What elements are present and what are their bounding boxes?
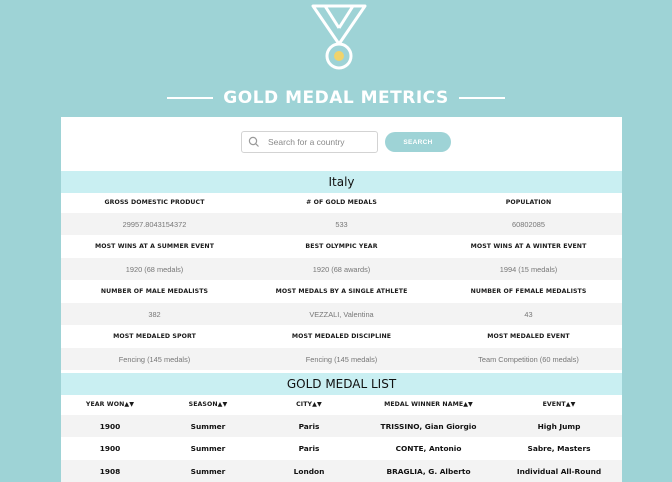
metric-value-row: 29957.8043154372 533 60802085 xyxy=(61,213,622,235)
cell-city: London xyxy=(293,466,325,476)
sort-icon[interactable]: ▲▼ xyxy=(218,401,228,408)
metric-value-row: Fencing (145 medals) Fencing (145 medals… xyxy=(61,348,622,370)
title-divider-left xyxy=(167,97,214,99)
metric-value: 533 xyxy=(335,219,348,229)
metric-label: GROSS DOMESTIC PRODUCT xyxy=(104,198,205,206)
cell-year: 1908 xyxy=(99,466,121,476)
metric-value: Fencing (145 medals) xyxy=(118,354,191,364)
cell-city: Paris xyxy=(298,421,320,431)
column-header-year[interactable]: YEAR WON▲▼ xyxy=(61,401,159,408)
metric-label: NUMBER OF MALE MEDALISTS xyxy=(100,287,209,295)
metric-label: MOST WINS AT A WINTER EVENT xyxy=(470,242,587,250)
metric-label: POPULATION xyxy=(505,198,552,206)
column-header-label: EVENT xyxy=(542,400,566,408)
metric-label: # OF GOLD MEDALS xyxy=(306,198,377,206)
metric-value: 60802085 xyxy=(512,219,545,229)
main-panel: SEARCH Italy GROSS DOMESTIC PRODUCT # OF… xyxy=(61,117,622,482)
metric-value-row: 382 VEZZALI, Valentina 43 xyxy=(61,303,622,325)
search-field[interactable] xyxy=(241,131,378,153)
metric-label: MOST WINS AT A SUMMER EVENT xyxy=(94,242,215,250)
column-header-event[interactable]: EVENT▲▼ xyxy=(496,401,622,408)
metric-value: 1920 (68 awards) xyxy=(312,264,371,274)
cell-year: 1900 xyxy=(99,443,121,453)
metric-value: 1994 (15 medals) xyxy=(499,264,558,274)
search-button[interactable]: SEARCH xyxy=(385,132,451,152)
metric-label-row: NUMBER OF MALE MEDALISTS MOST MEDALS BY … xyxy=(61,280,622,302)
cell-season: Summer xyxy=(190,443,226,453)
cell-event: Individual All-Round xyxy=(516,466,602,476)
sort-icon[interactable]: ▲▼ xyxy=(566,401,576,408)
metric-value: 29957.8043154372 xyxy=(122,219,187,229)
sort-icon[interactable]: ▲▼ xyxy=(124,401,134,408)
metric-label: MOST MEDALED DISCIPLINE xyxy=(291,332,392,340)
sort-icon[interactable]: ▲▼ xyxy=(463,401,473,408)
cell-event: High Jump xyxy=(537,421,581,431)
metric-label: NUMBER OF FEMALE MEDALISTS xyxy=(470,287,587,295)
medal-list-header: YEAR WON▲▼ SEASON▲▼ CITY▲▼ MEDAL WINNER … xyxy=(61,393,622,415)
metric-value: Team Competition (60 medals) xyxy=(478,354,579,364)
column-header-label: MEDAL WINNER NAME xyxy=(384,400,464,408)
column-header-season[interactable]: SEASON▲▼ xyxy=(159,401,257,408)
metric-label-row: MOST WINS AT A SUMMER EVENT BEST OLYMPIC… xyxy=(61,235,622,257)
column-header-label: CITY xyxy=(296,400,313,408)
cell-year: 1900 xyxy=(99,421,121,431)
metric-label: MOST MEDALS BY A SINGLE ATHLETE xyxy=(275,287,408,295)
metric-value: Fencing (145 medals) xyxy=(305,354,378,364)
table-row: 1908 Summer London BRAGLIA, G. Alberto I… xyxy=(61,460,622,482)
sort-icon[interactable]: ▲▼ xyxy=(312,401,322,408)
cell-winner: TRISSINO, Gian Giorgio xyxy=(380,421,477,431)
title-divider-right xyxy=(458,97,505,99)
column-header-winner[interactable]: MEDAL WINNER NAME▲▼ xyxy=(361,401,496,408)
page-header: GOLD MEDAL METRICS xyxy=(0,86,672,110)
metric-value: 43 xyxy=(524,309,533,319)
cell-season: Summer xyxy=(190,466,226,476)
column-header-label: YEAR WON xyxy=(85,400,125,408)
cell-city: Paris xyxy=(298,443,320,453)
search-bar: SEARCH xyxy=(241,131,451,153)
metric-label-row: MOST MEDALED SPORT MOST MEDALED DISCIPLI… xyxy=(61,325,622,347)
search-input[interactable] xyxy=(268,137,368,147)
metric-value: 1920 (68 medals) xyxy=(125,264,184,274)
page-title: GOLD MEDAL METRICS xyxy=(223,88,449,108)
metric-label: MOST MEDALED SPORT xyxy=(113,332,196,340)
country-name: Italy xyxy=(61,171,622,193)
search-icon xyxy=(248,136,259,147)
cell-winner: CONTE, Antonio xyxy=(395,443,462,453)
medal-list-title: GOLD MEDAL LIST xyxy=(61,373,622,395)
table-row: 1900 Summer Paris CONTE, Antonio Sabre, … xyxy=(61,437,622,459)
medal-icon xyxy=(311,4,367,70)
metric-value-row: 1920 (68 medals) 1920 (68 awards) 1994 (… xyxy=(61,258,622,280)
cell-event: Sabre, Masters xyxy=(527,443,591,453)
table-row: 1900 Summer Paris TRISSINO, Gian Giorgio… xyxy=(61,415,622,437)
cell-winner: BRAGLIA, G. Alberto xyxy=(386,466,471,476)
cell-season: Summer xyxy=(190,421,226,431)
metric-value: VEZZALI, Valentina xyxy=(309,309,374,319)
metric-label: MOST MEDALED EVENT xyxy=(487,332,570,340)
metric-value: 382 xyxy=(148,309,161,319)
column-header-label: SEASON xyxy=(188,400,218,408)
metric-label: BEST OLYMPIC YEAR xyxy=(305,242,378,250)
metric-label-row: GROSS DOMESTIC PRODUCT # OF GOLD MEDALS … xyxy=(61,191,622,213)
column-header-city[interactable]: CITY▲▼ xyxy=(257,401,361,408)
